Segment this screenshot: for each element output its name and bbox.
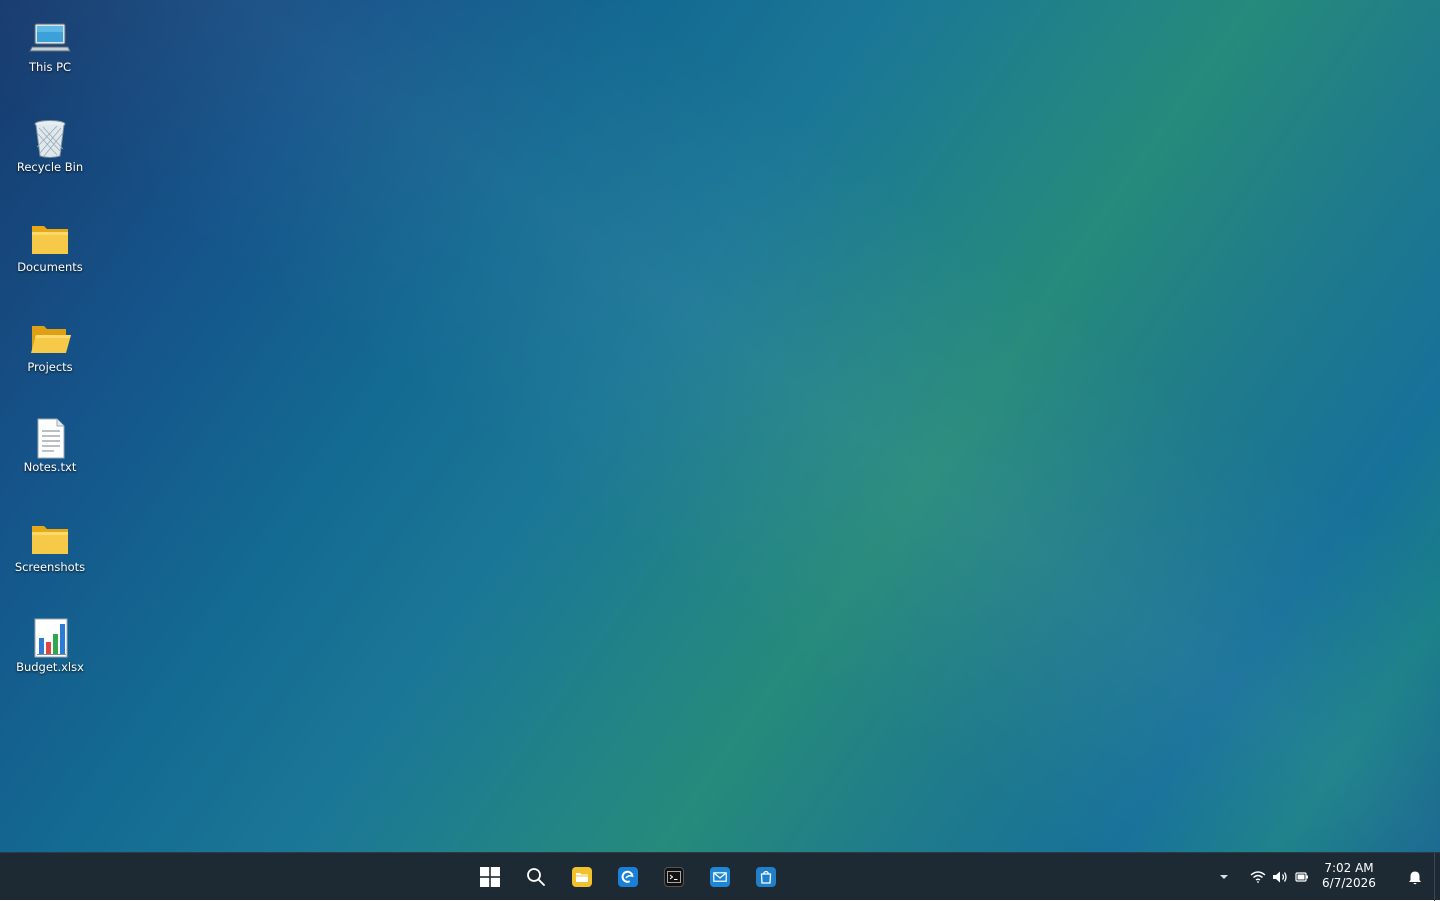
desktop-icon-screenshots[interactable]: Screenshots bbox=[4, 516, 96, 588]
edge-browser-button[interactable] bbox=[610, 859, 646, 895]
taskbar: 7:02 AM 6/7/2026 bbox=[0, 852, 1440, 901]
terminal-button[interactable] bbox=[656, 859, 692, 895]
mail-button[interactable] bbox=[702, 859, 738, 895]
show-desktop-button[interactable] bbox=[1434, 853, 1440, 901]
spreadsheet-chart-icon bbox=[34, 618, 68, 658]
start-button[interactable] bbox=[472, 859, 508, 895]
recycle-bin-icon bbox=[34, 120, 66, 158]
desktop-icon-documents[interactable]: Documents bbox=[4, 216, 96, 288]
clock-time: 7:02 AM bbox=[1324, 861, 1374, 875]
desktop-icon-budget-xlsx[interactable]: Budget.xlsx bbox=[4, 616, 96, 688]
bell-icon bbox=[1409, 871, 1421, 885]
desktop-icon-label: Budget.xlsx bbox=[16, 660, 84, 674]
desktop-icon-label: This PC bbox=[28, 60, 72, 74]
search-button[interactable] bbox=[518, 859, 554, 895]
folder-icon bbox=[32, 226, 68, 254]
search-icon bbox=[527, 868, 545, 886]
wifi-icon[interactable] bbox=[1247, 866, 1269, 888]
desktop-icon-label: Projects bbox=[27, 360, 73, 374]
desktop-icon-notes-txt[interactable]: Notes.txt bbox=[4, 416, 96, 488]
desktop-icon-label: Documents bbox=[17, 260, 83, 274]
chevron-up-icon[interactable] bbox=[1213, 866, 1235, 888]
desktop-icon-recycle-bin[interactable]: Recycle Bin bbox=[4, 116, 96, 188]
folder-icon bbox=[32, 526, 68, 554]
terminal-icon bbox=[664, 867, 684, 887]
edge-browser-icon bbox=[618, 867, 638, 887]
mail-icon bbox=[710, 867, 730, 887]
clock[interactable]: 7:02 AM 6/7/2026 bbox=[1314, 861, 1384, 891]
store-icon bbox=[756, 867, 776, 887]
computer-icon bbox=[29, 23, 71, 52]
text-document-icon bbox=[37, 418, 65, 459]
open-folder-icon bbox=[31, 326, 71, 353]
desktop-icon-label: Screenshots bbox=[14, 560, 86, 574]
file-explorer-icon bbox=[572, 867, 592, 887]
clock-date: 6/7/2026 bbox=[1322, 876, 1376, 890]
volume-icon[interactable] bbox=[1269, 866, 1291, 888]
desktop-icon-this-pc[interactable]: This PC bbox=[4, 16, 96, 88]
desktop-icon-label: Notes.txt bbox=[23, 460, 77, 474]
store-button[interactable] bbox=[748, 859, 784, 895]
windows-start-icon bbox=[480, 867, 500, 887]
file-explorer-button[interactable] bbox=[564, 859, 600, 895]
desktop-wallpaper: This PC Recycle Bin Documents Projects N… bbox=[0, 0, 1440, 852]
system-tray bbox=[1213, 853, 1313, 901]
battery-icon[interactable] bbox=[1291, 866, 1313, 888]
desktop-icon-projects[interactable]: Projects bbox=[4, 316, 96, 388]
desktop-icon-label: Recycle Bin bbox=[16, 160, 84, 174]
notification-button[interactable] bbox=[1404, 867, 1426, 889]
